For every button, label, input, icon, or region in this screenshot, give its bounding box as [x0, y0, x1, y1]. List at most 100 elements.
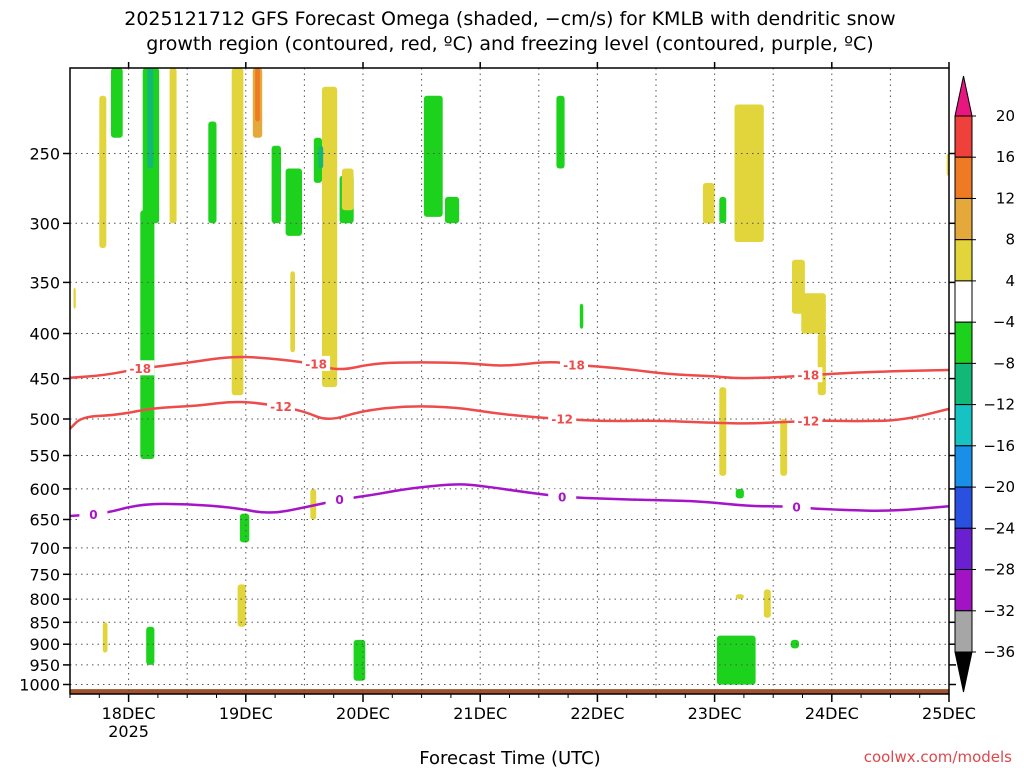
- omega-region-36: [237, 584, 246, 627]
- colorbar-bin-1: [954, 115, 973, 158]
- credit-text: coolwx.com/models: [864, 748, 1012, 766]
- omega-region-10: [255, 68, 260, 122]
- omega-region-11: [271, 145, 281, 224]
- contour-label-1-2: -12: [798, 415, 820, 429]
- y-tick-label-450: 450: [29, 370, 60, 389]
- omega-region-40: [716, 635, 756, 685]
- x-tick-label-4: 22DEC: [570, 704, 624, 723]
- x-tick-year-label: 2025: [108, 722, 149, 741]
- omega-region-2: [111, 68, 123, 138]
- omega-region-0: [73, 287, 76, 309]
- colorbar-bin-11: [954, 527, 973, 570]
- colorbar-bin-8: [954, 404, 973, 447]
- omega-region-29: [817, 333, 826, 396]
- colorbar-label-8: −16: [983, 437, 1015, 455]
- omega-region-13: [290, 271, 295, 353]
- colorbar-label-0: 20: [996, 107, 1015, 125]
- colorbar-bin-4: [954, 239, 973, 282]
- x-tick-label-7: 25DEC: [922, 704, 976, 723]
- x-axis-label: Forecast Time (UTC): [419, 748, 600, 768]
- colorbar-label-7: −12: [983, 396, 1015, 414]
- omega-region-42: [763, 589, 771, 618]
- omega-region-39: [353, 639, 366, 681]
- colorbar-label-6: −8: [993, 354, 1015, 372]
- y-tick-label-850: 850: [29, 613, 60, 632]
- x-tick-label-2: 20DEC: [336, 704, 390, 723]
- y-tick-label-300: 300: [29, 214, 60, 233]
- plot-area: -18 -18 -18 -18 -12 -12 -12 0 0 0 0: [69, 67, 950, 695]
- omega-region-23: [579, 303, 584, 329]
- colorbar-bottom-arrow: [954, 651, 973, 693]
- y-tick-label-1000: 1000: [19, 676, 60, 695]
- y-tick-label-900: 900: [29, 635, 60, 654]
- contour-label-2-0: 0: [89, 508, 97, 522]
- y-tick-label-950: 950: [29, 656, 60, 675]
- contour-label-1-0: -12: [270, 400, 292, 414]
- omega-region-16: [318, 145, 324, 169]
- y-tick-label-700: 700: [29, 539, 60, 558]
- y-tick-label-650: 650: [29, 511, 60, 530]
- y-tick-label-350: 350: [29, 273, 60, 292]
- contour-label-2-3: 0: [792, 501, 800, 515]
- y-tick-label-750: 750: [29, 565, 60, 584]
- colorbar-bin-13: [954, 610, 973, 653]
- x-tick-label-5: 23DEC: [688, 704, 742, 723]
- contour-label-0-1: -18: [305, 357, 327, 371]
- omega-region-20: [423, 95, 443, 217]
- omega-region-25: [719, 196, 727, 224]
- omega-region-1: [99, 95, 107, 248]
- x-tick-label-3: 21DEC: [453, 704, 507, 723]
- y-tick-label-550: 550: [29, 447, 60, 466]
- omega-region-18: [341, 168, 354, 211]
- omega-region-37: [102, 622, 108, 653]
- y-tick-label-250: 250: [29, 145, 60, 164]
- omega-region-43: [735, 594, 744, 599]
- omega-region-12: [285, 168, 302, 236]
- colorbar-label-12: −32: [983, 602, 1015, 620]
- colorbar-label-2: 12: [996, 190, 1015, 208]
- omega-region-22: [556, 95, 565, 169]
- omega-region-14: [322, 86, 338, 388]
- omega-region-24: [702, 183, 715, 224]
- contour-label-1-1: -12: [551, 413, 573, 427]
- omega-region-31: [719, 387, 727, 476]
- x-tick-label-1: 19DEC: [219, 704, 273, 723]
- omega-region-28: [801, 293, 826, 334]
- colorbar-bin-2: [954, 156, 973, 199]
- omega-region-38: [146, 626, 155, 665]
- colorbar-bin-7: [954, 362, 973, 406]
- contour-label-0-0: -18: [129, 362, 151, 376]
- y-tick-label-600: 600: [29, 480, 60, 499]
- omega-time-height-chart: 2025121712 GFS Forecast Omega (shaded, −…: [19, 8, 1015, 768]
- omega-region-35: [239, 513, 250, 543]
- omega-region-41: [790, 639, 799, 649]
- colorbar-label-1: 16: [996, 148, 1015, 166]
- colorbar-label-9: −20: [983, 478, 1015, 496]
- colorbar-bin-10: [954, 486, 973, 529]
- x-tick-label-0: 18DEC: [102, 704, 156, 723]
- omega-region-3: [140, 210, 155, 459]
- contour-label-2-2: 0: [558, 491, 566, 505]
- colorbar-label-3: 8: [1005, 231, 1015, 249]
- colorbar-label-5: −4: [993, 313, 1015, 331]
- omega-region-8: [231, 68, 244, 396]
- chart-title-line-2: growth region (contoured, red, ºC) and f…: [146, 33, 873, 55]
- colorbar-bin-12: [954, 569, 973, 612]
- colorbar-label-4: 4: [1005, 272, 1015, 290]
- colorbar-bin-6: [954, 321, 973, 364]
- colorbar-label-10: −24: [983, 519, 1015, 537]
- colorbar-bin-9: [954, 445, 973, 488]
- y-tick-label-500: 500: [29, 410, 60, 429]
- y-tick-label-400: 400: [29, 325, 60, 344]
- contour-label-2-1: 0: [335, 493, 343, 507]
- colorbar-top-arrow: [954, 75, 973, 117]
- omega-region-32: [780, 419, 788, 476]
- colorbar-bin-5: [954, 280, 973, 323]
- colorbar-bin-3: [954, 198, 973, 241]
- omega-region-21: [445, 196, 460, 224]
- colorbar-label-11: −28: [983, 561, 1015, 579]
- omega-region-6: [169, 68, 177, 224]
- colorbar-label-13: −36: [983, 643, 1015, 661]
- omega-region-26: [734, 104, 764, 242]
- omega-region-7: [208, 121, 217, 224]
